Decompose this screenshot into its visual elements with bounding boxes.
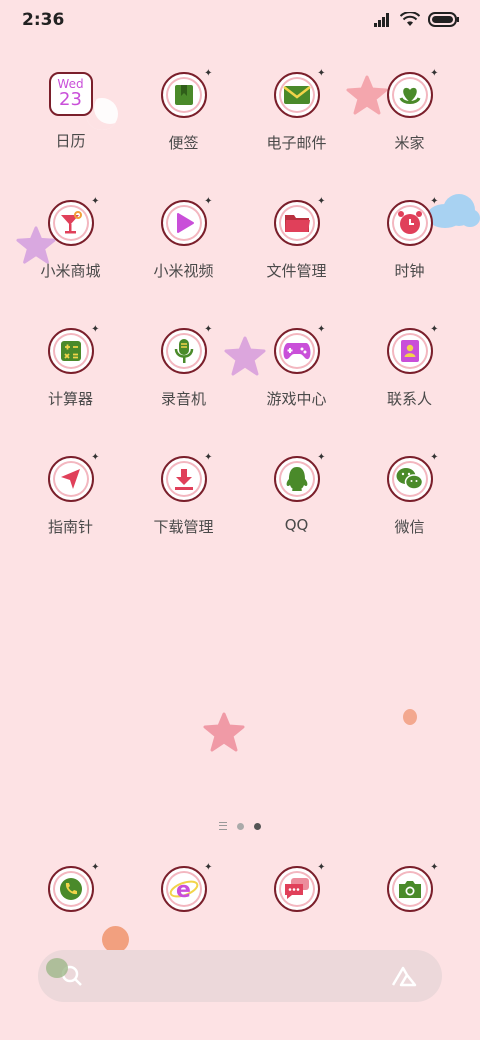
app-downloads[interactable]: ✦ 下载管理 <box>127 452 240 584</box>
wifi-icon <box>400 12 420 26</box>
app-label: 联系人 <box>386 390 432 408</box>
messages-icon: ✦ <box>273 862 326 912</box>
app-mi-store[interactable]: ✦ 小米商城 <box>14 196 127 328</box>
app-email[interactable]: ✦ 电子邮件 <box>240 68 353 200</box>
signal-icon <box>374 12 389 27</box>
wechat-icon: ✦ <box>386 452 439 502</box>
app-grid: Wed 23 日历 ✦ 便签 ✦ 电子邮件 ✦ 米家 ✦ 小米商城 ✦ 小米视频… <box>14 68 466 584</box>
app-row: ✦ 小米商城 ✦ 小米视频 ✦ 文件管理 ✦ 时钟 <box>14 196 466 328</box>
calendar-icon: Wed 23 <box>48 72 93 116</box>
dock-messages[interactable]: ✦ <box>240 862 353 912</box>
app-label: 小米视频 <box>153 262 214 280</box>
app-label: 小米商城 <box>40 262 101 280</box>
app-mi-video[interactable]: ✦ 小米视频 <box>127 196 240 328</box>
dot-decoration <box>403 709 417 725</box>
contacts-icon: ✦ <box>386 324 439 374</box>
mail-icon: ✦ <box>273 68 326 118</box>
search-bar[interactable] <box>38 950 442 1002</box>
app-label: 日历 <box>55 132 86 150</box>
page-indicator <box>0 822 480 830</box>
downloads-icon: ✦ <box>160 452 213 502</box>
app-row: Wed 23 日历 ✦ 便签 ✦ 电子邮件 ✦ 米家 <box>14 68 466 200</box>
app-game-center[interactable]: ✦ 游戏中心 <box>240 324 353 456</box>
app-compass[interactable]: ✦ 指南针 <box>14 452 127 584</box>
dock-browser[interactable]: ✦ e <box>127 862 240 912</box>
dock-camera[interactable]: ✦ <box>353 862 466 912</box>
battery-icon <box>428 12 459 27</box>
app-calendar[interactable]: Wed 23 日历 <box>14 72 127 200</box>
app-calculator[interactable]: ✦ 计算器 <box>14 324 127 456</box>
status-bar: 2:36 <box>0 0 480 44</box>
app-label: 游戏中心 <box>266 390 327 408</box>
phone-icon: ✦ <box>47 862 100 912</box>
app-label: 米家 <box>394 134 425 152</box>
file-manager-icon: ✦ <box>273 196 326 246</box>
app-contacts[interactable]: ✦ 联系人 <box>353 324 466 456</box>
page-menu-icon[interactable] <box>219 822 227 830</box>
app-row: ✦ 计算器 ✦ 录音机 ✦ 游戏中心 ✦ 联系人 <box>14 324 466 456</box>
dock: ✦ ✦ e ✦ ✦ <box>14 862 466 912</box>
app-notes[interactable]: ✦ 便签 <box>127 68 240 200</box>
assistant-icon[interactable] <box>390 963 420 989</box>
app-row: ✦ 指南针 ✦ 下载管理 ✦ QQ ✦ 微信 <box>14 452 466 584</box>
calculator-icon: ✦ <box>47 324 100 374</box>
star-decoration <box>203 712 245 752</box>
app-label: 电子邮件 <box>266 134 327 152</box>
app-label: 计算器 <box>47 390 93 408</box>
calendar-date: 23 <box>59 89 82 110</box>
dot-decoration <box>102 926 129 953</box>
compass-icon: ✦ <box>47 452 100 502</box>
page-dot[interactable] <box>237 822 244 830</box>
app-file-manager[interactable]: ✦ 文件管理 <box>240 196 353 328</box>
app-label: 便签 <box>168 134 199 152</box>
app-label: 文件管理 <box>266 262 327 280</box>
page-dot-active[interactable] <box>254 822 261 830</box>
app-mi-home[interactable]: ✦ 米家 <box>353 68 466 200</box>
app-recorder[interactable]: ✦ 录音机 <box>127 324 240 456</box>
status-time: 2:36 <box>22 10 65 30</box>
app-qq[interactable]: ✦ QQ <box>240 452 353 584</box>
app-label: 微信 <box>394 518 425 536</box>
app-clock[interactable]: ✦ 时钟 <box>353 196 466 328</box>
recorder-icon: ✦ <box>160 324 213 374</box>
mi-home-icon: ✦ <box>386 68 439 118</box>
clock-icon: ✦ <box>386 196 439 246</box>
svg-text:e: e <box>176 878 191 902</box>
app-wechat[interactable]: ✦ 微信 <box>353 452 466 584</box>
mi-video-icon: ✦ <box>160 196 213 246</box>
notes-icon: ✦ <box>160 68 213 118</box>
game-center-icon: ✦ <box>273 324 326 374</box>
dock-phone[interactable]: ✦ <box>14 862 127 912</box>
app-label: 下载管理 <box>153 518 214 536</box>
mi-store-icon: ✦ <box>47 196 100 246</box>
dot-decoration <box>46 958 68 978</box>
app-label: 时钟 <box>394 262 425 280</box>
app-label: QQ <box>284 516 309 534</box>
qq-icon: ✦ <box>273 452 326 502</box>
camera-icon: ✦ <box>386 862 439 912</box>
app-label: 录音机 <box>160 390 206 408</box>
browser-icon: ✦ e <box>160 862 213 912</box>
app-label: 指南针 <box>47 518 93 536</box>
